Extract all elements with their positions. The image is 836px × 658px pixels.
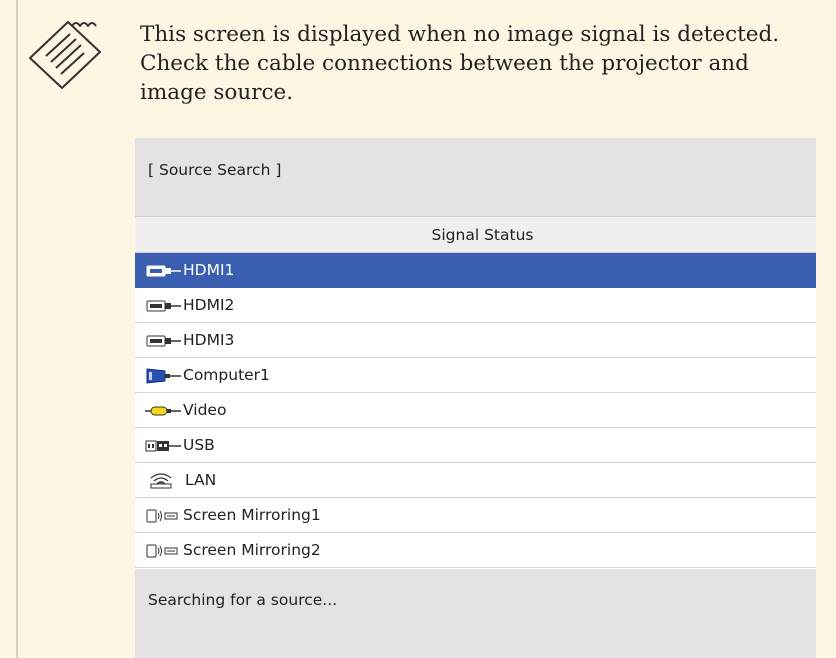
source-item-computer1[interactable]: Computer1 <box>135 358 816 393</box>
source-label: USB <box>183 436 215 454</box>
source-label: Computer1 <box>183 366 270 384</box>
rca-video-icon <box>145 406 181 416</box>
screen-mirroring-icon <box>146 509 178 523</box>
hdmi-icon <box>146 335 181 347</box>
source-item-screen-mirroring2[interactable]: Screen Mirroring2 <box>135 533 816 568</box>
lan-icon <box>150 473 172 489</box>
status-text: Searching for a source... <box>148 591 338 609</box>
source-label: Video <box>183 401 227 419</box>
vga-computer-icon <box>146 368 181 384</box>
source-item-video[interactable]: Video <box>135 393 816 428</box>
status-bar: Searching for a source... <box>135 569 816 658</box>
note-border <box>16 0 18 658</box>
column-header: Signal Status <box>135 217 816 253</box>
source-item-usb[interactable]: USB <box>135 428 816 463</box>
source-item-lan[interactable]: LAN <box>135 463 816 498</box>
source-label: HDMI1 <box>183 261 235 279</box>
source-item-hdmi1[interactable]: HDMI1 <box>135 253 816 288</box>
hdmi-icon <box>146 265 181 277</box>
source-label: HDMI3 <box>183 331 235 349</box>
note-icon <box>29 21 101 89</box>
source-item-screen-mirroring1[interactable]: Screen Mirroring1 <box>135 498 816 533</box>
hdmi-icon <box>146 300 181 312</box>
panel-header: [ Source Search ] <box>135 138 816 217</box>
source-label: HDMI2 <box>183 296 235 314</box>
source-item-hdmi3[interactable]: HDMI3 <box>135 323 816 358</box>
note-text: This screen is displayed when no image s… <box>140 22 780 105</box>
source-list: HDMI1 HDMI2 HDMI3 Computer1 Video USB LA… <box>135 253 816 568</box>
panel-title: [ Source Search ] <box>148 161 282 179</box>
usb-icon <box>145 440 181 452</box>
column-header-label: Signal Status <box>431 226 534 244</box>
source-item-hdmi2[interactable]: HDMI2 <box>135 288 816 323</box>
source-label: LAN <box>185 471 217 489</box>
source-search-panel: [ Source Search ] Signal Status HDMI1 HD… <box>135 138 816 658</box>
source-label: Screen Mirroring2 <box>183 541 321 559</box>
source-label: Screen Mirroring1 <box>183 506 321 524</box>
screen-mirroring-icon <box>146 544 178 558</box>
